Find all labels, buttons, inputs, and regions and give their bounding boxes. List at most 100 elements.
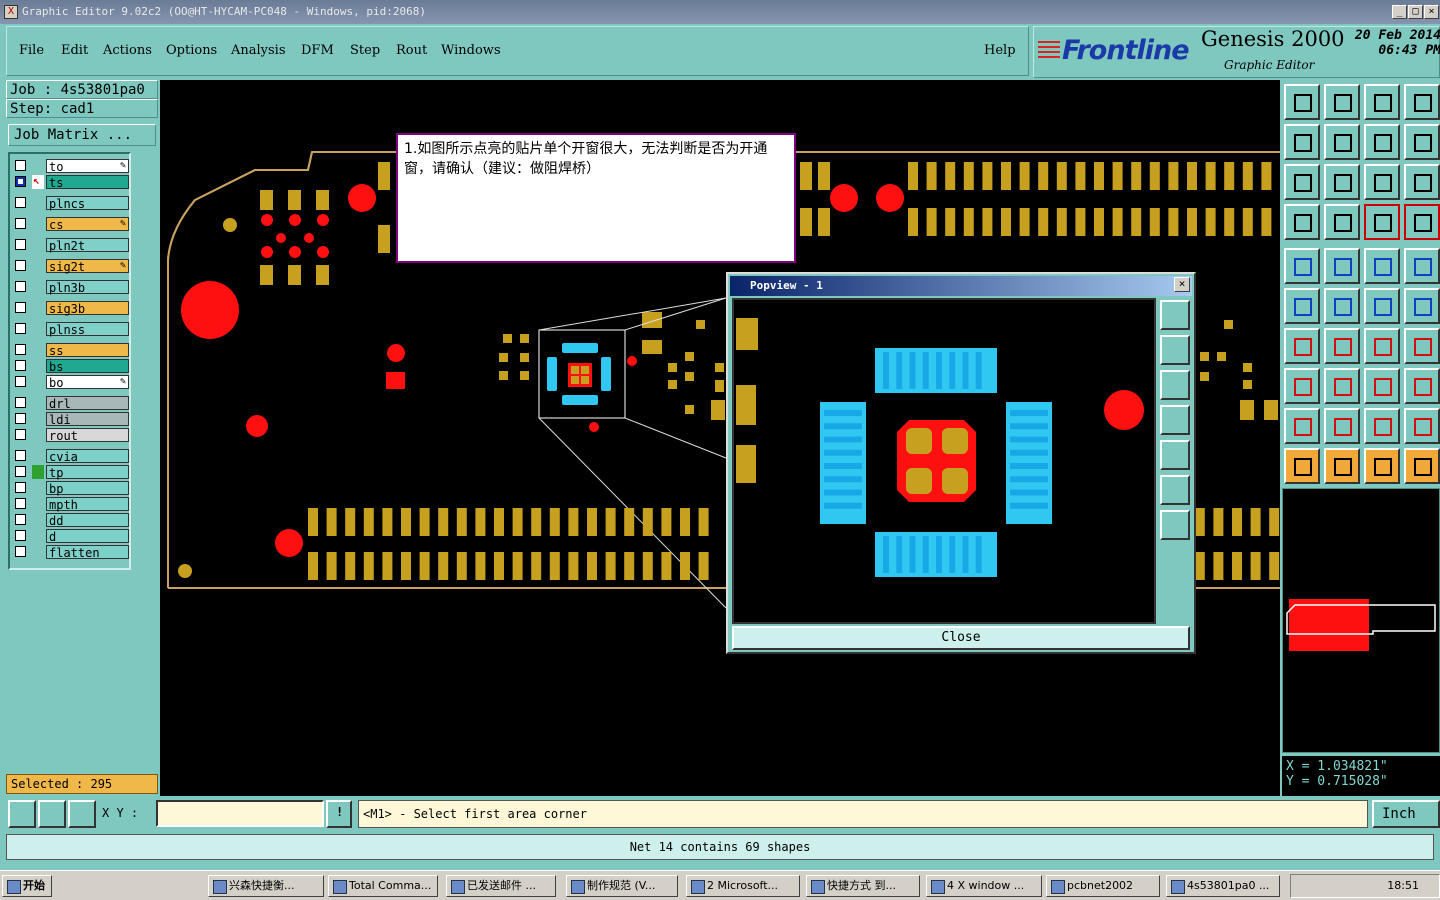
layer-row-sig2t[interactable]: sig2t ✎	[12, 259, 129, 274]
layer-color-icon[interactable]	[1364, 204, 1400, 240]
layer-checkbox[interactable]	[15, 466, 26, 477]
layer-checkbox[interactable]	[15, 302, 26, 313]
menu-actions[interactable]: Actions	[103, 43, 152, 58]
menu-help[interactable]: Help	[984, 43, 1016, 58]
grid-view-icon[interactable]	[1324, 204, 1360, 240]
scale-icon[interactable]	[1364, 164, 1400, 200]
undo-icon[interactable]	[1364, 124, 1400, 160]
import-icon[interactable]	[1284, 84, 1320, 120]
minimize-button[interactable]: _	[1392, 5, 1407, 19]
unit-selector[interactable]: Inch	[1372, 800, 1440, 828]
grid-icon[interactable]	[68, 800, 96, 828]
cross-icon[interactable]	[1324, 288, 1360, 324]
maximize-button[interactable]: □	[1408, 5, 1423, 19]
xy-input[interactable]	[156, 800, 324, 827]
layer-checkbox[interactable]	[15, 218, 26, 229]
layer-row-flatten[interactable]: flatten	[12, 545, 129, 560]
select-chain-icon[interactable]	[1404, 448, 1440, 484]
start-button[interactable]: 开始	[2, 875, 52, 897]
layer-checkbox[interactable]	[15, 176, 26, 187]
task-6[interactable]: 4 X window ...	[926, 875, 1042, 897]
task-1[interactable]: Total Comma...	[328, 875, 438, 897]
line-icon[interactable]	[1284, 328, 1320, 364]
layer-row-to[interactable]: to ✎	[12, 159, 129, 174]
layer-row-drl[interactable]: drl	[12, 396, 129, 411]
node-icon[interactable]	[1284, 368, 1320, 404]
menu-dfm[interactable]: DFM	[301, 43, 334, 58]
snap-icon[interactable]	[8, 800, 36, 828]
fill-icon[interactable]	[1324, 248, 1360, 284]
layer-row-ts[interactable]: ↖ ts	[12, 174, 129, 190]
window-title-bar[interactable]: X Graphic Editor 9.02c2 (OO@HT-HYCAM-PC0…	[0, 0, 1440, 24]
layer-row-bs[interactable]: bs	[12, 359, 129, 374]
window-icon[interactable]	[1404, 84, 1440, 120]
circle-icon[interactable]	[1404, 248, 1440, 284]
export-icon[interactable]	[1324, 84, 1360, 120]
popview-close-icon[interactable]: ×	[1174, 277, 1190, 292]
select-box-icon[interactable]	[1324, 448, 1360, 484]
popview-pan-right-icon[interactable]	[1160, 440, 1190, 470]
select-icon[interactable]	[1284, 448, 1320, 484]
layer-row-mpth[interactable]: mpth	[12, 497, 129, 512]
layer-checkbox[interactable]	[15, 323, 26, 334]
popview-center-icon[interactable]	[1160, 510, 1190, 540]
layer-checkbox[interactable]	[15, 376, 26, 387]
step-left-icon[interactable]	[1284, 124, 1320, 160]
layer-checkbox[interactable]	[15, 514, 26, 525]
measure-icon[interactable]	[1364, 368, 1400, 404]
exclamation-icon[interactable]: !	[326, 800, 352, 828]
close-window-button[interactable]: ×	[1424, 5, 1439, 19]
zoom-center-icon[interactable]	[1324, 164, 1360, 200]
layer-checkbox[interactable]	[15, 482, 26, 493]
layer-row-cs[interactable]: cs ✎	[12, 217, 129, 232]
menu-step[interactable]: Step	[350, 43, 380, 58]
measure-icon[interactable]	[38, 800, 66, 828]
layer-checkbox[interactable]	[15, 360, 26, 371]
layer-row-sig3b[interactable]: sig3b	[12, 301, 129, 316]
slash-icon[interactable]	[1324, 328, 1360, 364]
layer-row-tp[interactable]: tp	[12, 465, 129, 480]
menu-file[interactable]: File	[19, 43, 44, 58]
layer-row-d[interactable]: d	[12, 529, 129, 544]
home-icon[interactable]	[1364, 84, 1400, 120]
layer-checkbox[interactable]	[15, 160, 26, 171]
layer-row-cvia[interactable]: cvia	[12, 449, 129, 464]
ruler-icon[interactable]	[1364, 248, 1400, 284]
layer-row-ss[interactable]: ss	[12, 343, 129, 358]
rotate-icon[interactable]	[1364, 328, 1400, 364]
zoom-fit-icon[interactable]	[1284, 164, 1320, 200]
task-2[interactable]: 已发送邮件 ...	[446, 875, 556, 897]
layer-checkbox[interactable]	[15, 260, 26, 271]
popview-pan-left-icon[interactable]	[1160, 405, 1190, 435]
layer-checkbox[interactable]	[15, 498, 26, 509]
layer-row-ldi[interactable]: ldi	[12, 412, 129, 427]
popview-pan-down-icon[interactable]	[1160, 370, 1190, 400]
popview-fit-icon[interactable]	[1160, 475, 1190, 505]
layer-row-plncs[interactable]: plncs	[12, 196, 129, 211]
triangle-icon[interactable]	[1284, 408, 1320, 444]
layer-row-pln2t[interactable]: pln2t	[12, 238, 129, 253]
task-4[interactable]: 2 Microsoft...	[686, 875, 800, 897]
arc-icon[interactable]	[1364, 408, 1400, 444]
layer-row-rout[interactable]: rout	[12, 428, 129, 443]
task-0[interactable]: 兴森快捷衡...	[208, 875, 324, 897]
task-7[interactable]: pcbnet2002	[1046, 875, 1160, 897]
menu-analysis[interactable]: Analysis	[231, 43, 286, 58]
layer-checkbox[interactable]	[15, 429, 26, 440]
job-matrix-button[interactable]: Job Matrix ...	[8, 124, 156, 146]
menu-windows[interactable]: Windows	[441, 43, 501, 58]
popview-window[interactable]: Popview - 1 × Close	[726, 272, 1196, 654]
layer-checkbox[interactable]	[15, 344, 26, 355]
mirror-icon[interactable]	[1404, 328, 1440, 364]
layer-checkbox[interactable]	[15, 239, 26, 250]
layer-row-dd[interactable]: dd	[12, 513, 129, 528]
minus-icon[interactable]	[1324, 368, 1360, 404]
overview-map[interactable]	[1282, 488, 1440, 753]
angle-icon[interactable]	[1324, 408, 1360, 444]
popview-canvas[interactable]	[732, 298, 1156, 624]
redo-icon[interactable]	[1404, 124, 1440, 160]
group-icon[interactable]	[1404, 368, 1440, 404]
layer-row-pln3b[interactable]: pln3b	[12, 280, 129, 295]
delta-icon[interactable]	[1404, 408, 1440, 444]
select-poly-icon[interactable]	[1364, 448, 1400, 484]
